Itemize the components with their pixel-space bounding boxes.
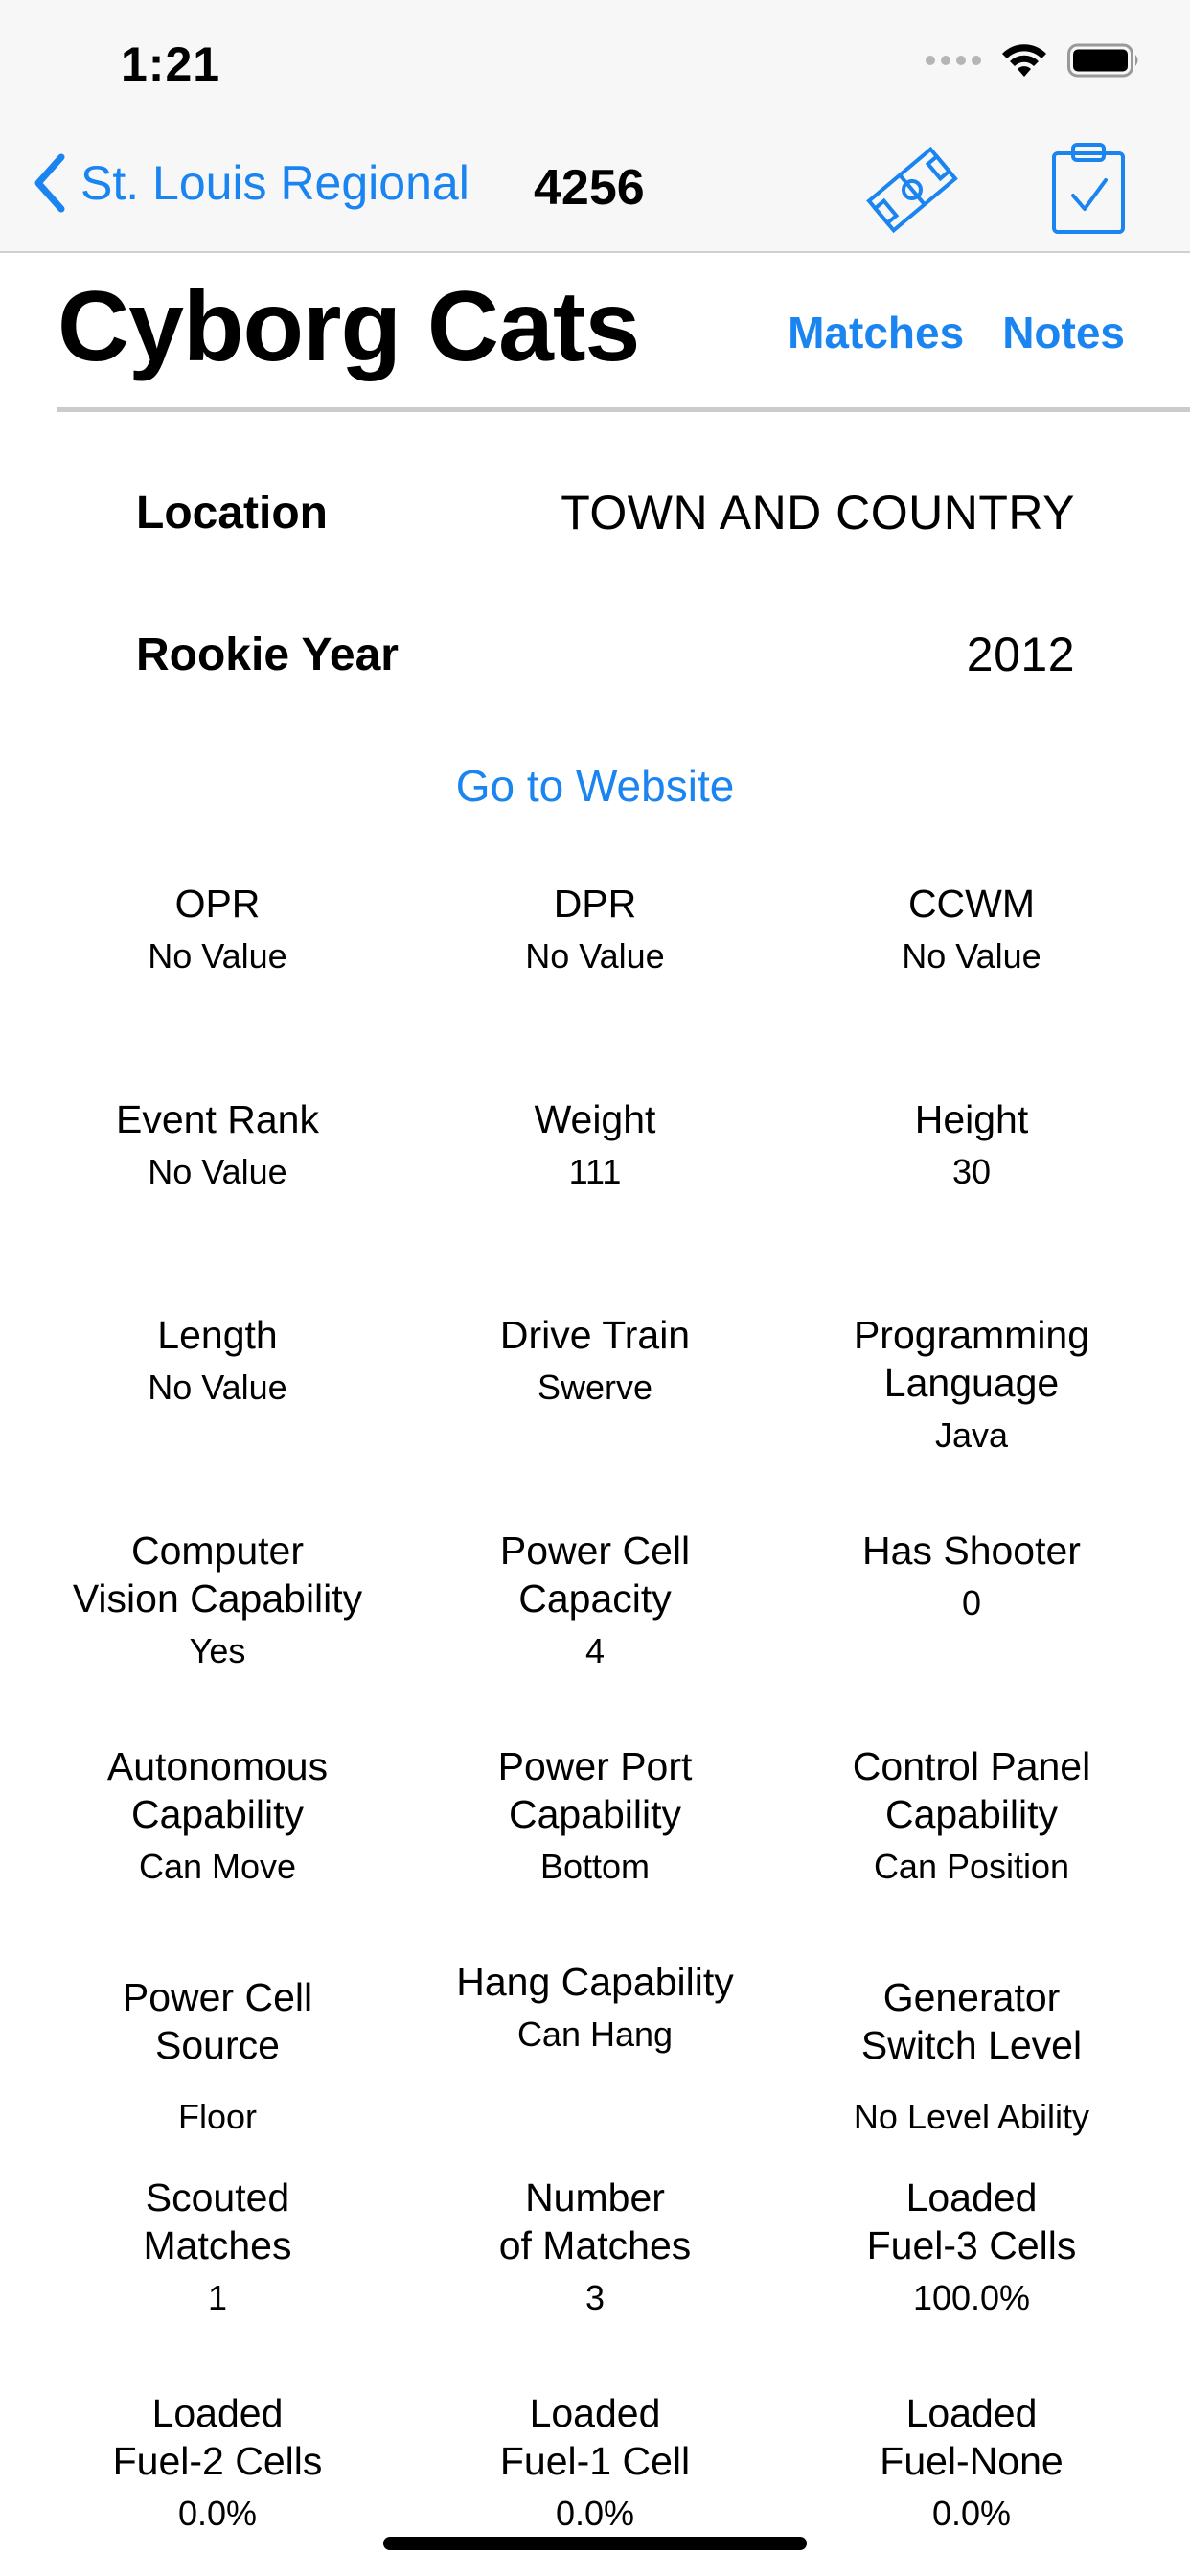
stat-value: Can Position — [873, 1847, 1070, 1886]
stat-value: Bottom — [539, 1847, 651, 1886]
stat-value: No Value — [902, 936, 1041, 976]
back-button-label: St. Louis Regional — [80, 156, 469, 210]
stat-opr: OPR No Value — [26, 880, 409, 978]
stat-control-panel-capability: Control Panel Capability Can Position — [780, 1742, 1163, 1888]
chevron-left-icon — [34, 153, 65, 213]
stat-label: Hang Capability — [456, 1960, 734, 2004]
stat-value: Can Hang — [516, 2014, 674, 2054]
stat-value: 30 — [951, 1152, 992, 1191]
stat-value: Swerve — [537, 1368, 653, 1407]
stat-hang-capability: Hang Capability Can Hang — [403, 1958, 787, 2056]
stat-value: 100.0% — [912, 2278, 1031, 2317]
stat-label: Scouted Matches — [143, 2175, 292, 2267]
stat-programming-language: Programming Language Java — [780, 1311, 1163, 1457]
stat-ccwm: CCWM No Value — [780, 880, 1163, 978]
stat-loaded-fuel-none: Loaded Fuel-None 0.0% — [780, 2389, 1163, 2535]
stat-value: Can Move — [138, 1847, 297, 1886]
stat-weight: Weight 111 — [403, 1095, 787, 1193]
home-indicator[interactable] — [383, 2537, 807, 2550]
status-bar-time: 1:21 — [121, 37, 221, 91]
stat-value: No Value — [148, 1152, 287, 1191]
location-value: TOWN AND COUNTRY — [561, 486, 1075, 540]
location-label: Location — [136, 487, 328, 539]
stat-autonomous-capability: Autonomous Capability Can Move — [26, 1742, 409, 1888]
stat-dpr: DPR No Value — [403, 880, 787, 978]
stat-power-cell-source: Power Cell Source Floor — [26, 1973, 409, 2138]
stat-label: Number of Matches — [498, 2175, 692, 2267]
stat-label: Generator Switch Level — [860, 1975, 1083, 2067]
stat-has-shooter: Has Shooter 0 — [780, 1527, 1163, 1624]
stat-label: OPR — [174, 882, 261, 926]
header-divider — [57, 407, 1190, 412]
stat-value: 3 — [584, 2278, 606, 2317]
rookie-year-value: 2012 — [966, 628, 1075, 681]
team-name-title: Cyborg Cats — [57, 271, 640, 382]
stat-loaded-fuel-2: Loaded Fuel-2 Cells 0.0% — [26, 2389, 409, 2535]
stat-value: No Value — [148, 1368, 287, 1407]
notes-button[interactable]: Notes — [1002, 307, 1125, 358]
stat-label: Height — [914, 1097, 1029, 1141]
stat-label: Weight — [534, 1097, 656, 1141]
field-icon — [866, 146, 958, 234]
stat-loaded-fuel-3: Loaded Fuel-3 Cells 100.0% — [780, 2174, 1163, 2319]
clipboard-check-icon — [1052, 143, 1125, 234]
stat-value: Java — [934, 1415, 1009, 1455]
stat-label: Control Panel Capability — [852, 1744, 1091, 1836]
stat-value: 0.0% — [931, 2494, 1012, 2533]
stat-value: 0 — [961, 1583, 982, 1622]
scouting-button[interactable] — [1050, 142, 1127, 241]
stat-label: CCWM — [907, 882, 1036, 926]
stat-value: 1 — [207, 2278, 228, 2317]
stat-value: 0.0% — [177, 2494, 258, 2533]
stat-drive-train: Drive Train Swerve — [403, 1311, 787, 1409]
rookie-year-row: Rookie Year 2012 — [136, 627, 1075, 682]
stat-value: No Value — [525, 936, 665, 976]
stat-value: No Value — [148, 936, 287, 976]
location-row: Location TOWN AND COUNTRY — [136, 485, 1075, 540]
stat-scouted-matches: Scouted Matches 1 — [26, 2174, 409, 2319]
status-bar-icons — [926, 42, 1142, 79]
stat-label: Autonomous Capability — [106, 1744, 329, 1836]
stat-label: Event Rank — [116, 1097, 319, 1141]
stat-value: Yes — [189, 1631, 246, 1670]
stat-loaded-fuel-1: Loaded Fuel-1 Cell 0.0% — [403, 2389, 787, 2535]
matches-button[interactable]: Matches — [788, 307, 964, 358]
stat-label: Power Port Capability — [497, 1744, 693, 1836]
stat-power-port-capability: Power Port Capability Bottom — [403, 1742, 787, 1888]
stat-length: Length No Value — [26, 1311, 409, 1409]
stat-label: Loaded Fuel-None — [880, 2391, 1064, 2483]
stat-label: Loaded Fuel-3 Cells — [866, 2175, 1077, 2267]
stat-power-cell-capacity: Power Cell Capacity 4 — [403, 1527, 787, 1672]
stat-value: No Level Ability — [853, 2097, 1090, 2136]
field-button[interactable] — [864, 142, 960, 242]
header-links: Matches Notes — [788, 307, 1125, 358]
stat-computer-vision: Computer Vision Capability Yes — [26, 1527, 409, 1672]
stat-value: 111 — [568, 1152, 622, 1191]
stat-label: Computer Vision Capability — [72, 1529, 363, 1621]
stat-label: Power Cell Source — [122, 1975, 313, 2067]
stat-event-rank: Event Rank No Value — [26, 1095, 409, 1193]
stat-label: Power Cell Capacity — [499, 1529, 691, 1621]
team-number: 4256 — [534, 160, 645, 216]
rookie-year-label: Rookie Year — [136, 629, 399, 680]
stat-label: Drive Train — [499, 1313, 691, 1357]
back-button[interactable]: St. Louis Regional — [33, 153, 469, 213]
stat-value: 0.0% — [555, 2494, 635, 2533]
stat-value: 4 — [584, 1631, 606, 1670]
stat-value: Floor — [177, 2097, 258, 2136]
stat-label: Loaded Fuel-2 Cells — [112, 2391, 323, 2483]
wifi-icon — [1002, 44, 1046, 77]
stat-generator-switch-level: Generator Switch Level No Level Ability — [780, 1973, 1163, 2138]
stat-label: Has Shooter — [862, 1529, 1081, 1573]
stat-label: Programming Language — [853, 1313, 1090, 1405]
stat-label: Loaded Fuel-1 Cell — [499, 2391, 691, 2483]
stat-height: Height 30 — [780, 1095, 1163, 1193]
stat-number-of-matches: Number of Matches 3 — [403, 2174, 787, 2319]
battery-icon — [1067, 43, 1138, 78]
stat-label: Length — [157, 1313, 278, 1357]
signal-icon — [926, 56, 981, 65]
go-to-website-link[interactable]: Go to Website — [0, 760, 1190, 812]
stat-label: DPR — [553, 882, 637, 926]
